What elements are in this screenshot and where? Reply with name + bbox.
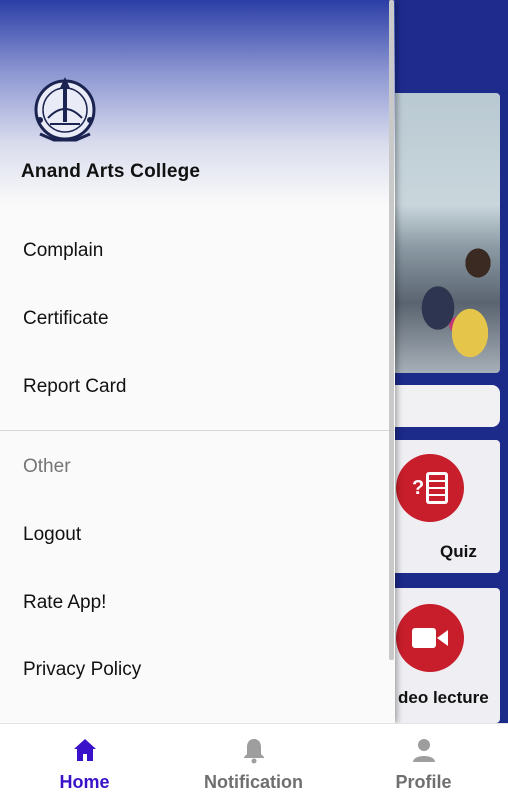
college-logo	[34, 77, 96, 142]
drawer-scrollbar[interactable]	[389, 0, 394, 660]
menu-item-report-card[interactable]: Report Card	[23, 376, 127, 398]
nav-home-label: Home	[59, 772, 110, 792]
nav-profile-label: Profile	[395, 772, 452, 792]
svg-text:?: ?	[412, 477, 424, 499]
nav-notification[interactable]: Notification	[169, 724, 338, 801]
nav-home[interactable]: Home	[0, 724, 169, 801]
navigation-drawer: Anand Arts College Complain Certificate …	[0, 0, 395, 723]
home-icon	[73, 739, 96, 761]
menu-item-privacy-policy[interactable]: Privacy Policy	[23, 659, 141, 681]
menu-divider	[0, 430, 395, 431]
nav-profile[interactable]: Profile	[339, 724, 508, 801]
quiz-icon: ?	[396, 454, 464, 522]
bell-icon	[243, 739, 264, 764]
person-icon	[412, 739, 435, 762]
bottom-navigation: Home Notification Profile	[0, 723, 508, 801]
drawer-header: Anand Arts College	[0, 0, 395, 205]
menu-item-rate-app[interactable]: Rate App!	[23, 592, 106, 614]
college-name: Anand Arts College	[21, 161, 201, 182]
menu-item-certificate[interactable]: Certificate	[23, 308, 109, 330]
video-camera-icon	[396, 604, 464, 672]
menu-item-logout[interactable]: Logout	[23, 524, 81, 546]
nav-notification-label: Notification	[204, 772, 303, 792]
menu-item-complain[interactable]: Complain	[23, 240, 103, 262]
section-title-other: Other	[23, 456, 71, 477]
